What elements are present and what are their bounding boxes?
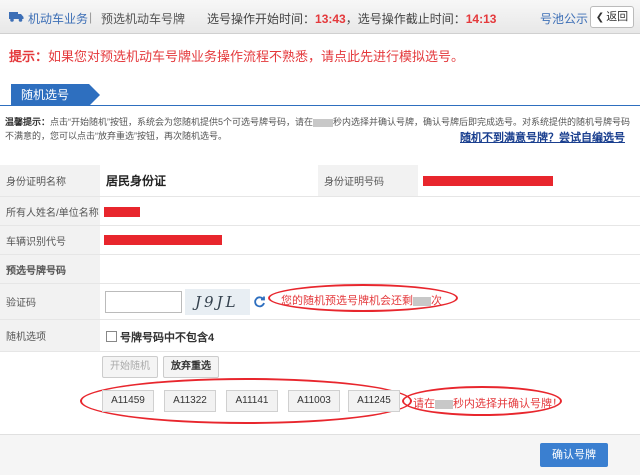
chances-suffix: 次	[431, 295, 442, 307]
owner-row: 所有人姓名/单位名称	[0, 197, 640, 226]
truck-icon	[9, 12, 24, 22]
breadcrumb-vehicle-business[interactable]: 机动车业务	[28, 10, 88, 27]
plate-timer-message: 请在 秒内选择并确认号牌！	[413, 395, 563, 411]
selection-time-window: 选号操作开始时间：13:43，选号操作截止时间：14:13	[207, 10, 496, 27]
redacted-chance-count	[413, 296, 431, 306]
redacted-owner-name	[104, 207, 140, 217]
custom-select-link[interactable]: 随机不到满意号牌？尝试自编选号	[460, 129, 625, 145]
owner-label: 所有人姓名/单位名称	[0, 197, 100, 225]
refresh-icon[interactable]	[253, 295, 266, 308]
id-type-value: 居民身份证	[106, 174, 167, 188]
options-label: 随机选项	[0, 320, 100, 351]
start-random-button[interactable]: 开始随机	[102, 356, 158, 378]
options-row: 随机选项 号牌号码中不包含4	[0, 320, 640, 352]
plate-msg-suffix: 秒内选择并确认号牌！	[453, 398, 563, 410]
notice-lead: 温馨提示：	[5, 117, 51, 127]
hint-text: 如果您对预选机动车号牌业务操作流程不熟悉，请点此先进行模拟选号。	[48, 49, 465, 64]
chances-prefix: 您的随机预选号牌机会还剩	[281, 295, 413, 307]
id-row: 身份证明名称 居民身份证 身份证明号码	[0, 165, 640, 197]
redacted-seconds-count	[435, 399, 453, 409]
plate-row: 预选号牌号码	[0, 255, 640, 284]
hint-prefix: 提示：	[9, 49, 49, 64]
tab-random-select[interactable]: 随机选号	[11, 84, 100, 106]
plate-msg-prefix: 请在	[413, 398, 435, 410]
back-button[interactable]: ❮ 返回	[590, 6, 634, 28]
vin-row: 车辆识别代号	[0, 226, 640, 255]
confirm-plate-button[interactable]: 确认号牌	[540, 443, 608, 467]
captcha-input[interactable]	[105, 291, 182, 313]
remaining-chances-message: 您的随机预选号牌机会还剩 次	[281, 292, 442, 308]
redacted-seconds	[313, 118, 334, 127]
breadcrumb-separator: |	[89, 10, 93, 24]
captcha-label: 验证码	[0, 284, 100, 319]
no-four-checkbox[interactable]	[106, 331, 117, 342]
plate-label: 预选号牌号码	[0, 255, 100, 283]
no-four-label: 号牌号码中不包含4	[120, 332, 215, 344]
plate-option[interactable]: A11003	[288, 390, 340, 412]
top-bar: 机动车业务 | 预选机动车号牌 选号操作开始时间：13:43，选号操作截止时间：…	[0, 0, 640, 34]
end-time: 14:13	[465, 12, 497, 26]
reset-button[interactable]: 放弃重选	[163, 356, 219, 378]
plate-pool-link[interactable]: 号池公示	[540, 10, 588, 27]
vin-label: 车辆识别代号	[0, 226, 100, 254]
back-label: 返回	[606, 11, 629, 23]
plate-option[interactable]: A11141	[226, 390, 278, 412]
start-time: 13:43	[315, 12, 346, 26]
back-arrow-icon: ❮	[595, 12, 605, 23]
captcha-image[interactable]: J9JL	[185, 289, 250, 315]
redacted-vin	[104, 235, 222, 245]
id-type-label: 身份证明名称	[0, 165, 100, 196]
redacted-id-number	[423, 176, 553, 186]
plate-option[interactable]: A11459	[102, 390, 154, 412]
breadcrumb-plate-preselect: 预选机动车号牌	[101, 12, 186, 26]
id-number-label: 身份证明号码	[318, 165, 418, 196]
end-time-label: ，选号操作截止时间：	[345, 12, 466, 26]
plate-option[interactable]: A11322	[164, 390, 216, 412]
start-time-label: 选号操作开始时间：	[207, 12, 316, 26]
notice-part1: 点击“开始随机”按钮，系统会为您随机提供5个可选号牌号码，请在	[50, 117, 314, 127]
plate-option[interactable]: A11245	[348, 390, 400, 412]
simulation-hint[interactable]: 提示：如果您对预选机动车号牌业务操作流程不熟悉，请点此先进行模拟选号。	[9, 46, 464, 65]
